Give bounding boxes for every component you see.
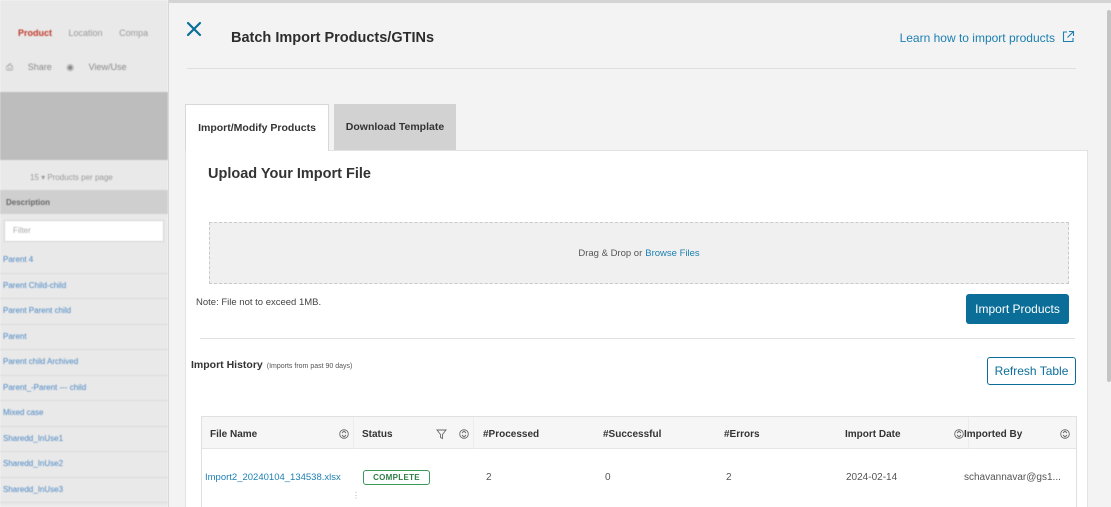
sort-icon[interactable] (1060, 427, 1070, 439)
sort-icon[interactable] (459, 427, 469, 439)
close-icon[interactable] (183, 18, 207, 42)
background-tab-company: Compa (119, 28, 149, 38)
share-icon: ⎙ (6, 62, 14, 72)
import-history-subtitle: (Imports from past 90 days) (266, 363, 353, 370)
background-column-header: Description (0, 190, 168, 214)
sort-icon[interactable] (954, 427, 964, 439)
filter-icon[interactable] (436, 427, 447, 440)
file-size-note: Note: File not to exceed 1MB. (196, 297, 322, 308)
file-name-link[interactable]: Import2_20240104_134538.xlsx (205, 472, 341, 483)
background-row: Sharedd_InUse3 (0, 478, 168, 503)
column-header-errors[interactable]: #Errors (724, 417, 760, 449)
successful-cell: 0 (605, 472, 611, 483)
background-row: Sharedd_InUse2 (0, 452, 168, 478)
errors-cell: 2 (726, 472, 732, 483)
drawer-top-border (169, 0, 1111, 3)
learn-import-link[interactable]: Learn how to import products (900, 31, 1055, 45)
background-row: Sharedd_InUse1 (0, 427, 168, 452)
background-actions: ⎙ Share ◉ View/Use (0, 52, 168, 92)
import-date-cell: 2024-02-14 (846, 472, 898, 483)
background-row: Mixed case (0, 401, 168, 427)
background-tab-location: Location (68, 28, 103, 38)
import-panel: Upload Your Import File Drag & Drop or B… (185, 150, 1088, 507)
sort-icon[interactable] (339, 427, 349, 439)
background-row: Parent (0, 325, 168, 350)
import-products-button[interactable]: Import Products (966, 294, 1069, 324)
tab-import-modify[interactable]: Import/Modify Products (185, 104, 329, 151)
column-header-successful[interactable]: #Successful (603, 417, 661, 449)
table-row: Import2_20240104_134538.xlsx ⋮ COMPLETE … (202, 450, 1076, 507)
column-header-file-name[interactable]: File Name (210, 417, 257, 449)
refresh-table-button[interactable]: Refresh Table (987, 357, 1076, 385)
background-row: Parent child Archived (0, 350, 168, 376)
processed-cell: 2 (486, 472, 492, 483)
background-share-label: Share (27, 62, 52, 72)
browse-files-link[interactable]: Browse Files (645, 248, 699, 259)
column-separator (353, 417, 354, 449)
vertical-scrollbar[interactable] (1107, 10, 1111, 382)
file-dropzone[interactable]: Drag & Drop or Browse Files (209, 222, 1069, 284)
import-history-title: Import History (Imports from past 90 days… (191, 359, 352, 371)
import-history-label: Import History (191, 359, 263, 371)
background-tab-product: Product (18, 28, 53, 38)
column-header-import-date[interactable]: Import Date (845, 417, 901, 449)
eye-icon: ◉ (66, 62, 75, 72)
background-banner (0, 92, 168, 160)
background-row: Parent Child-child (0, 274, 168, 299)
import-history-table: File Name Status #Processed #Successful … (201, 416, 1077, 507)
column-resize-handle[interactable]: ⋮ (352, 491, 360, 500)
column-separator (473, 417, 474, 449)
upload-title: Upload Your Import File (208, 166, 371, 182)
background-row: Parent Parent child (0, 299, 168, 325)
import-drawer: Batch Import Products/GTINs Learn how to… (168, 0, 1111, 507)
background-filter: Filter (4, 220, 164, 242)
imported-by-cell: schavannavar@gs1... (964, 472, 1061, 483)
column-header-imported-by[interactable]: Imported By (964, 417, 1022, 449)
background-tabs: Product Location Compa (0, 0, 168, 52)
status-badge: COMPLETE (363, 470, 430, 485)
background-per-page: 15 ▾ Products per page (30, 173, 113, 182)
column-header-status[interactable]: Status (362, 417, 393, 449)
dropzone-text: Drag & Drop or (578, 247, 643, 259)
external-link-icon[interactable] (1061, 30, 1075, 44)
header-divider (187, 68, 1076, 69)
background-page: Product Location Compa ⎙ Share ◉ View/Us… (0, 0, 168, 507)
drawer-title: Batch Import Products/GTINs (231, 30, 435, 46)
column-header-processed[interactable]: #Processed (483, 417, 539, 449)
file-name-cell: Import2_20240104_134538.xlsx (205, 472, 341, 483)
background-row: Parent 4 (0, 248, 168, 274)
table-header: File Name Status #Processed #Successful … (202, 417, 1076, 449)
tab-download-template[interactable]: Download Template (334, 104, 456, 150)
background-row: Parent_-Parent --- child (0, 376, 168, 401)
panel-divider (200, 338, 1075, 339)
background-view-label: View/Use (88, 62, 127, 72)
